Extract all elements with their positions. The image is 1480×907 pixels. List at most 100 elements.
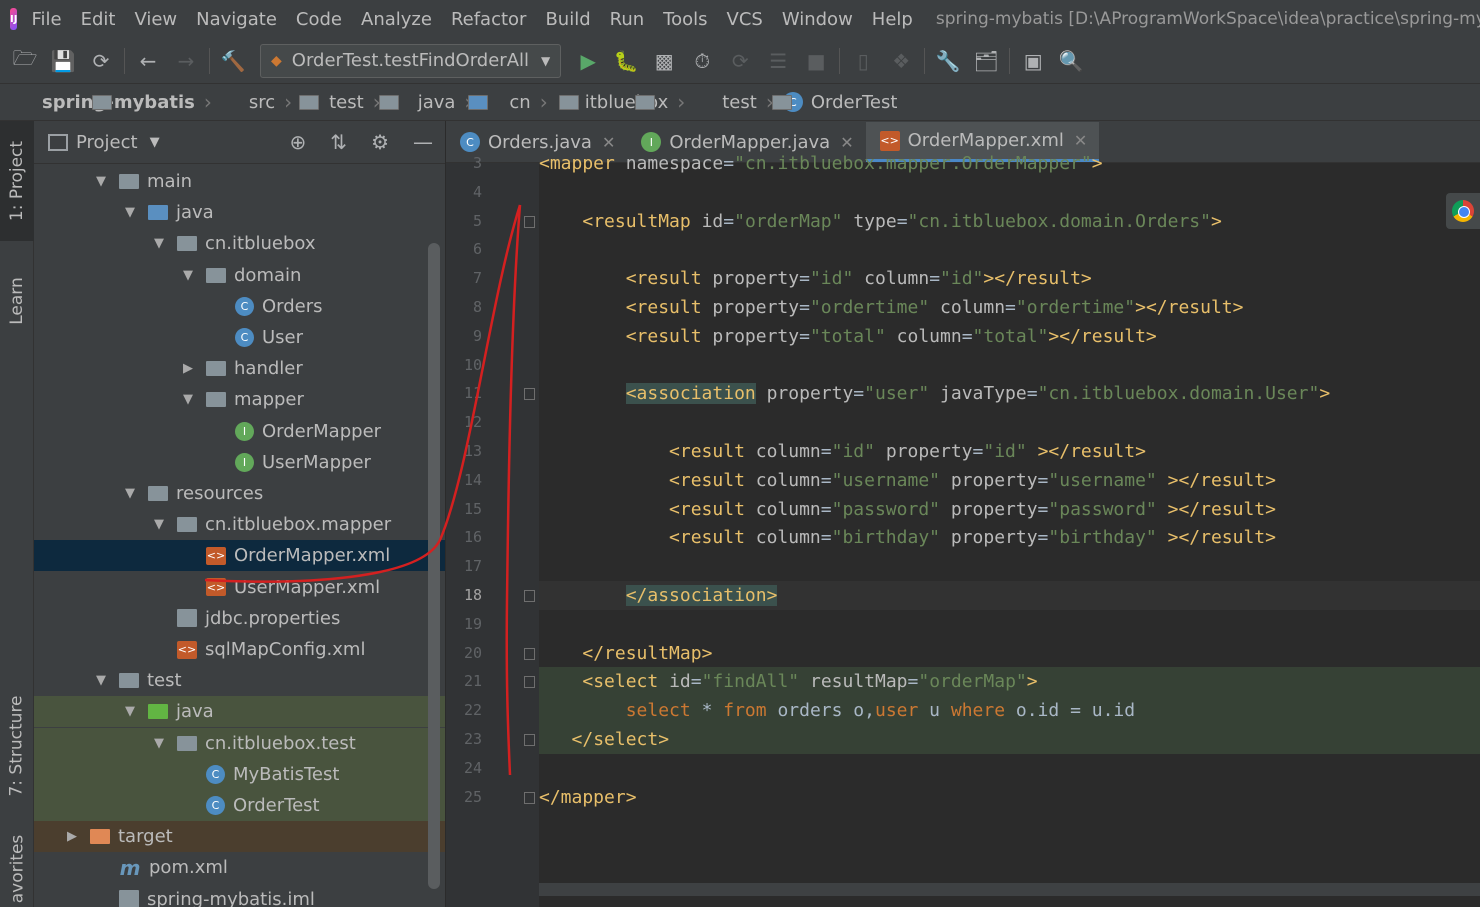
tree-item[interactable]: spring-mybatis.iml [34, 884, 445, 907]
chrome-browser-icon[interactable] [1446, 193, 1480, 229]
tree-item[interactable]: ▼ test [34, 665, 445, 696]
tree-item[interactable]: ▼ cn.itbluebox [34, 228, 445, 259]
tree-item[interactable]: <> OrderMapper.xml [34, 540, 445, 572]
fold-marker-icon[interactable] [524, 676, 535, 689]
props-icon [177, 609, 197, 628]
fold-marker-icon[interactable] [524, 590, 535, 602]
expand-arrow-icon[interactable]: ▶ [178, 361, 198, 376]
tree-item[interactable]: ▶ target [34, 821, 445, 853]
tab-learn[interactable]: Learn [0, 256, 34, 346]
settings-wrench-icon[interactable]: 🔧 [929, 42, 967, 80]
debug-bug-icon[interactable]: 🐛 [607, 42, 645, 80]
gear-icon[interactable]: ⚙ [371, 130, 389, 154]
collapse-all-icon[interactable]: ⇅ [330, 130, 347, 154]
expand-arrow-icon[interactable]: ▼ [91, 673, 111, 688]
profile-icon[interactable]: ⏱ [683, 42, 721, 80]
fold-marker-icon[interactable] [524, 647, 535, 660]
menu-navigate[interactable]: Navigate [196, 9, 277, 30]
expand-arrow-icon[interactable]: ▶ [62, 829, 82, 844]
menu-vcs[interactable]: VCS [727, 9, 763, 30]
fold-marker-icon[interactable] [524, 734, 535, 746]
menu-view[interactable]: View [134, 9, 177, 30]
expand-arrow-icon[interactable]: ▼ [91, 174, 111, 189]
tree-item[interactable]: <> sqlMapConfig.xml [34, 634, 445, 665]
tree-item[interactable]: C User [34, 322, 445, 353]
expand-arrow-icon[interactable]: ▼ [149, 517, 169, 532]
menu-refactor[interactable]: Refactor [451, 9, 527, 30]
run-list-icon[interactable]: ☰ [759, 42, 797, 80]
expand-arrow-icon[interactable]: ▼ [149, 236, 169, 251]
hide-minus-icon[interactable]: — [413, 130, 433, 154]
plugins-icon[interactable]: ❖ [882, 42, 920, 80]
project-panel-title[interactable]: Project [76, 132, 138, 153]
expand-arrow-icon[interactable]: ▼ [178, 268, 198, 283]
menu-tools[interactable]: Tools [663, 9, 707, 30]
tree-item[interactable]: I UserMapper [34, 447, 445, 478]
tree-item[interactable]: C Orders [34, 291, 445, 322]
tab-project[interactable]: 1: Project [0, 121, 34, 241]
menu-analyze[interactable]: Analyze [361, 9, 432, 30]
tree-item[interactable]: I OrderMapper [34, 416, 445, 447]
tree-item[interactable]: ▼ java [34, 696, 445, 728]
run-configuration-select[interactable]: ◆ OrderTest.testFindOrderAll ▼ [260, 43, 562, 78]
save-icon[interactable]: 💾 [44, 42, 82, 80]
expand-arrow-icon[interactable]: ▼ [178, 392, 198, 407]
horizontal-scrollbar[interactable] [539, 883, 1480, 896]
tree-item[interactable]: C MyBatisTest [34, 758, 445, 790]
tab-structure[interactable]: 7: Structure [0, 681, 34, 811]
menu-edit[interactable]: Edit [81, 9, 116, 30]
tree-item[interactable]: ▼ java [34, 197, 445, 228]
tree-item[interactable]: <> UserMapper.xml [34, 572, 445, 603]
stop-icon[interactable]: ■ [797, 42, 835, 80]
expand-arrow-icon[interactable]: ▼ [120, 205, 140, 220]
fold-marker-icon[interactable] [524, 388, 535, 401]
tree-item[interactable]: m pom.xml [34, 852, 445, 883]
tree-item[interactable]: jdbc.properties [34, 603, 445, 634]
terminal-icon[interactable]: ▣ [1014, 42, 1052, 80]
tree-item[interactable]: C OrderTest [34, 790, 445, 821]
expand-arrow-icon[interactable]: ▼ [120, 704, 140, 719]
expand-arrow-icon[interactable]: ▼ [149, 736, 169, 751]
run-icon[interactable]: ▶ [569, 42, 607, 80]
menu-code[interactable]: Code [296, 9, 342, 30]
file-type-icon: <> [879, 130, 900, 151]
tree-item[interactable]: ▼ cn.itbluebox.test [34, 727, 445, 759]
locate-target-icon[interactable]: ⊕ [290, 130, 307, 154]
project-structure-icon[interactable]: 🗂 [967, 42, 1005, 80]
back-arrow-icon[interactable]: ← [129, 42, 167, 80]
breadcrumb-item[interactable]: C OrderTest [782, 92, 897, 113]
open-folder-icon[interactable]: 🗁 [6, 42, 44, 80]
menu-run[interactable]: Run [610, 9, 645, 30]
search-icon[interactable]: 🔍 [1052, 42, 1090, 80]
fold-marker-icon[interactable] [524, 215, 535, 228]
breadcrumb-item[interactable]: src › [221, 90, 319, 114]
sync-icon[interactable]: ⟳ [82, 42, 120, 80]
chevron-down-icon[interactable]: ▼ [150, 135, 160, 150]
menu-build[interactable]: Build [545, 9, 590, 30]
expand-arrow-icon[interactable]: ▼ [120, 486, 140, 501]
tree-item[interactable]: ▼ mapper [34, 384, 445, 415]
tree-item[interactable]: ▼ main [34, 166, 445, 197]
coverage-icon[interactable]: ▩ [645, 42, 683, 80]
fold-marker-icon[interactable] [524, 791, 535, 804]
build-hammer-icon[interactable]: 🔨 [214, 42, 252, 80]
tree-item[interactable]: ▼ cn.itbluebox.mapper [34, 509, 445, 540]
breadcrumb-item[interactable]: cn › [481, 90, 580, 114]
line-number: 4 [472, 182, 482, 201]
tab-favorites[interactable]: avorites [0, 831, 34, 907]
tree-item[interactable]: ▼ domain [34, 260, 445, 291]
breadcrumb-item[interactable]: java› [390, 90, 488, 114]
menu-window[interactable]: Window [782, 9, 853, 30]
update-running-icon[interactable]: ▯ [844, 42, 882, 80]
forward-arrow-icon[interactable]: → [167, 42, 205, 80]
attach-debugger-icon[interactable]: ⟳ [721, 42, 759, 80]
scrollbar[interactable] [428, 243, 440, 889]
tree-item[interactable]: ▼ resources [34, 478, 445, 509]
close-icon[interactable]: ✕ [1074, 131, 1087, 150]
breadcrumb-item[interactable]: test › [694, 90, 793, 114]
breadcrumb-item[interactable]: spring-mybatis › [14, 90, 221, 114]
tree-item[interactable]: ▶ handler [34, 353, 445, 384]
menu-help[interactable]: Help [872, 9, 913, 30]
menu-file[interactable]: File [31, 9, 61, 30]
code-view[interactable]: <mapper namespace="cn.itbluebox.mapper.O… [539, 153, 1480, 907]
